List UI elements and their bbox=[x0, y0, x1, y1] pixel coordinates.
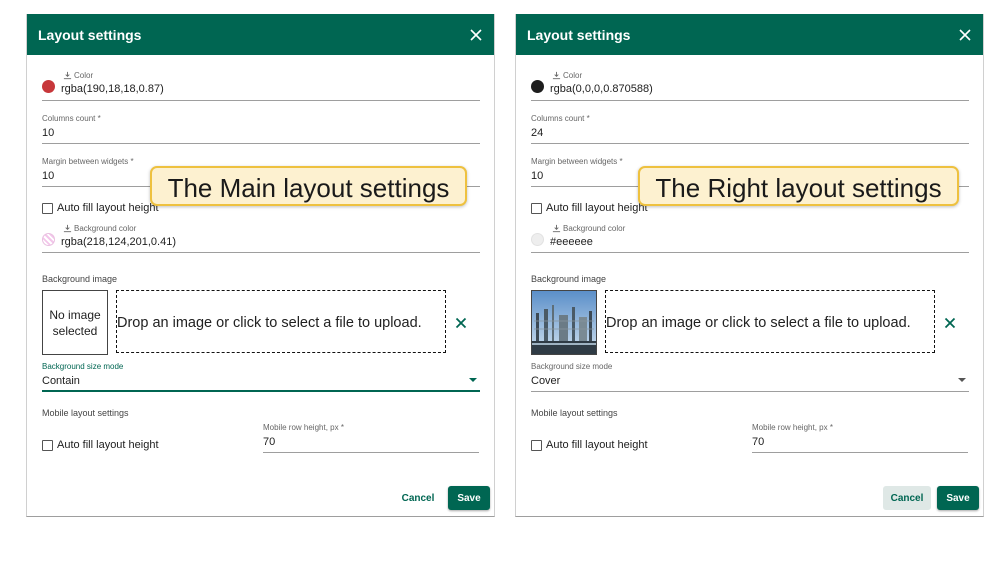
mobile-row-height-underline bbox=[752, 452, 968, 453]
color-field[interactable]: Color rgba(190,18,18,0.87) bbox=[42, 70, 480, 101]
mobile-auto-fill-checkbox-row[interactable]: Auto fill layout height bbox=[531, 439, 731, 453]
columns-count-field[interactable]: Columns count * 24 bbox=[531, 114, 969, 144]
download-icon bbox=[552, 224, 561, 233]
mobile-row-height-label: Mobile row height, px * bbox=[263, 423, 344, 432]
save-button[interactable]: Save bbox=[937, 486, 979, 510]
dropdown-arrow-icon[interactable] bbox=[958, 378, 966, 382]
margin-label: Margin between widgets * bbox=[42, 157, 134, 166]
image-dropzone[interactable]: Drop an image or click to select a file … bbox=[605, 290, 935, 353]
background-size-mode-select[interactable]: Background size mode Contain bbox=[42, 362, 480, 392]
callout-right-layout: The Right layout settings bbox=[638, 166, 959, 206]
background-color-label: Background color bbox=[563, 224, 626, 233]
background-color-label: Background color bbox=[74, 224, 137, 233]
columns-count-value: 24 bbox=[531, 127, 544, 139]
mobile-row-height-label: Mobile row height, px * bbox=[752, 423, 833, 432]
no-image-text: No image selected bbox=[49, 308, 101, 338]
image-preview: No image selected bbox=[42, 290, 108, 355]
margin-label: Margin between widgets * bbox=[531, 157, 623, 166]
columns-underline bbox=[531, 143, 969, 144]
color-swatch[interactable] bbox=[42, 80, 55, 93]
dropzone-text: Drop an image or click to select a file … bbox=[117, 315, 422, 331]
background-image-thumbnail bbox=[532, 291, 596, 354]
image-dropzone[interactable]: Drop an image or click to select a file … bbox=[116, 290, 446, 353]
size-mode-underline bbox=[42, 390, 480, 392]
columns-count-value: 10 bbox=[42, 127, 55, 139]
color-underline bbox=[42, 100, 480, 101]
mobile-row-height-value: 70 bbox=[752, 436, 765, 448]
background-color-swatch[interactable] bbox=[42, 233, 55, 246]
mobile-layout-settings-label: Mobile layout settings bbox=[42, 408, 129, 418]
margin-value: 10 bbox=[531, 170, 544, 182]
save-button[interactable]: Save bbox=[448, 486, 490, 510]
background-color-value: rgba(218,124,201,0.41) bbox=[61, 236, 176, 248]
columns-count-label: Columns count * bbox=[531, 114, 590, 123]
background-color-swatch[interactable] bbox=[531, 233, 544, 246]
layout-settings-dialog-right: Layout settings Color rgba(0,0,0,0.87058… bbox=[515, 14, 984, 517]
auto-fill-label: Auto fill layout height bbox=[57, 202, 159, 214]
color-value: rgba(190,18,18,0.87) bbox=[61, 83, 164, 95]
close-icon[interactable] bbox=[955, 25, 975, 45]
dialog-header: Layout settings bbox=[516, 14, 983, 55]
close-icon[interactable] bbox=[466, 25, 486, 45]
color-label: Color bbox=[563, 71, 583, 80]
dialog-header: Layout settings bbox=[27, 14, 494, 55]
color-value: rgba(0,0,0,0.870588) bbox=[550, 83, 653, 95]
size-mode-label: Background size mode bbox=[531, 362, 613, 371]
size-mode-label: Background size mode bbox=[42, 362, 124, 371]
size-mode-value: Cover bbox=[531, 375, 561, 387]
download-icon bbox=[63, 224, 72, 233]
layout-settings-dialog-main: Layout settings Color rgba(190,18,18,0.8… bbox=[26, 14, 495, 517]
checkbox-icon[interactable] bbox=[42, 440, 53, 451]
size-mode-value: Contain bbox=[42, 375, 80, 387]
background-image-label: Background image bbox=[531, 274, 607, 284]
mobile-auto-fill-checkbox-row[interactable]: Auto fill layout height bbox=[42, 439, 242, 453]
cancel-button[interactable]: Cancel bbox=[394, 486, 442, 510]
columns-count-label: Columns count * bbox=[42, 114, 101, 123]
checkbox-icon[interactable] bbox=[42, 203, 53, 214]
mobile-row-height-value: 70 bbox=[263, 436, 276, 448]
background-color-underline bbox=[42, 252, 480, 253]
callout-main-layout: The Main layout settings bbox=[150, 166, 467, 206]
background-color-field[interactable]: Background color #eeeeee bbox=[531, 223, 969, 253]
clear-icon[interactable] bbox=[944, 317, 956, 329]
download-icon bbox=[552, 71, 561, 80]
callout-right-text: The Right layout settings bbox=[655, 173, 942, 203]
background-color-value: #eeeeee bbox=[550, 236, 593, 248]
image-preview bbox=[531, 290, 597, 355]
mobile-row-height-field[interactable]: Mobile row height, px * 70 bbox=[263, 423, 479, 453]
dialog-title: Layout settings bbox=[38, 27, 142, 43]
dropzone-text: Drop an image or click to select a file … bbox=[606, 315, 911, 331]
mobile-row-height-field[interactable]: Mobile row height, px * 70 bbox=[752, 423, 968, 453]
color-swatch[interactable] bbox=[531, 80, 544, 93]
size-mode-underline bbox=[531, 391, 969, 392]
color-field[interactable]: Color rgba(0,0,0,0.870588) bbox=[531, 70, 969, 101]
mobile-auto-fill-label: Auto fill layout height bbox=[57, 439, 159, 451]
mobile-layout-settings-label: Mobile layout settings bbox=[531, 408, 618, 418]
checkbox-icon[interactable] bbox=[531, 440, 542, 451]
columns-count-field[interactable]: Columns count * 10 bbox=[42, 114, 480, 144]
mobile-row-height-underline bbox=[263, 452, 479, 453]
mobile-auto-fill-label: Auto fill layout height bbox=[546, 439, 648, 451]
background-size-mode-select[interactable]: Background size mode Cover bbox=[531, 362, 969, 392]
cancel-button[interactable]: Cancel bbox=[883, 486, 931, 510]
dropdown-arrow-icon[interactable] bbox=[469, 378, 477, 382]
background-color-underline bbox=[531, 252, 969, 253]
background-image-label: Background image bbox=[42, 274, 118, 284]
color-label: Color bbox=[74, 71, 94, 80]
margin-value: 10 bbox=[42, 170, 55, 182]
callout-main-text: The Main layout settings bbox=[167, 173, 450, 203]
download-icon bbox=[63, 71, 72, 80]
background-color-field[interactable]: Background color rgba(218,124,201,0.41) bbox=[42, 223, 480, 253]
dialog-title: Layout settings bbox=[527, 27, 631, 43]
color-underline bbox=[531, 100, 969, 101]
checkbox-icon[interactable] bbox=[531, 203, 542, 214]
clear-icon[interactable] bbox=[455, 317, 467, 329]
columns-underline bbox=[42, 143, 480, 144]
auto-fill-label: Auto fill layout height bbox=[546, 202, 648, 214]
